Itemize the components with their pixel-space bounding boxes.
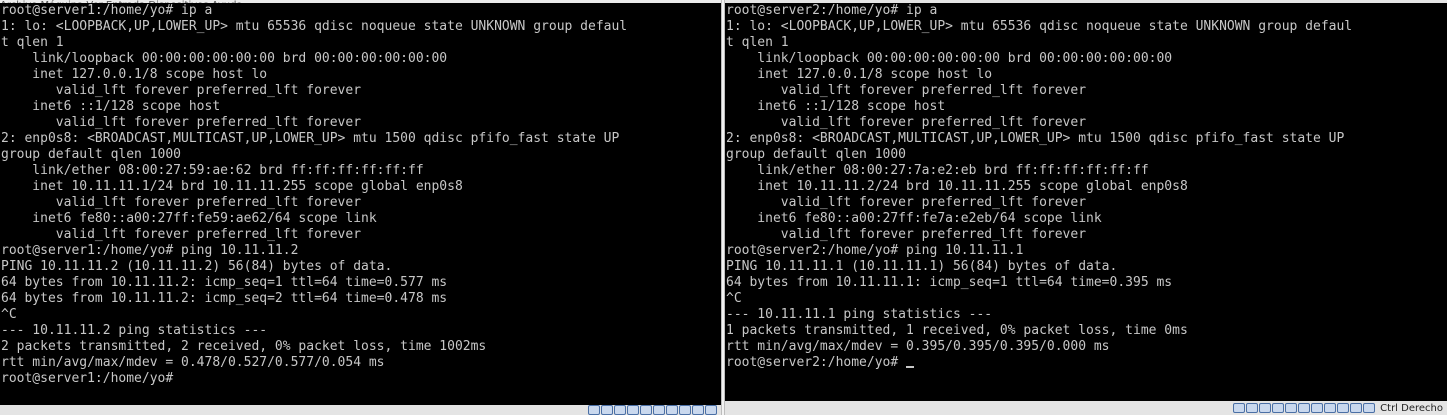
mouse-icon[interactable] [1337,403,1350,413]
terminal-prompt-line: root@server2:/home/yo# [726,355,1447,371]
host-key-label: Ctrl Derecho [1380,402,1443,414]
terminal-line: group default qlen 1000 [1,147,182,162]
display-icon[interactable] [653,405,665,415]
usb-icon[interactable] [1259,403,1272,413]
vm-window-server2[interactable]: root@server2:/home/yo# ip a 1: lo: <LOOPB… [725,0,1447,415]
video-capture-icon[interactable] [666,405,678,415]
terminal-line: t qlen 1 [1,35,64,50]
terminal-line: valid_lft forever preferred_lft forever [1,115,362,130]
terminal-line: 64 bytes from 10.11.11.2: icmp_seq=1 ttl… [1,275,448,290]
terminal-line: inet 10.11.11.2/24 brd 10.11.11.255 scop… [726,179,1188,194]
usb-icon[interactable] [614,405,626,415]
terminal-line: link/loopback 00:00:00:00:00:00 brd 00:0… [1,51,448,66]
terminal-line: root@server1:/home/yo# ping 10.11.11.2 [1,243,299,258]
optical-icon[interactable] [1246,403,1259,413]
cpu-icon[interactable] [679,405,691,415]
optical-icon[interactable] [601,405,613,415]
keyboard-icon[interactable] [705,405,717,415]
terminal-line: inet6 ::1/128 scope host [726,99,946,114]
terminal-line: rtt min/avg/max/mdev = 0.478/0.527/0.577… [1,355,385,370]
terminal-line: root@server1:/home/yo# [1,371,174,386]
terminal-line: root@server1:/home/yo# ip a [1,3,213,18]
keyboard-icon[interactable] [1350,403,1363,413]
terminal-line: 2: enp0s8: <BROADCAST,MULTICAST,UP,LOWER… [1,131,620,146]
hdd-icon[interactable] [1233,403,1246,413]
terminal-line: inet 10.11.11.1/24 brd 10.11.11.255 scop… [1,179,463,194]
terminal-line: inet6 fe80::a00:27ff:fe7a:e2eb/64 scope … [726,211,1102,226]
terminal-line: link/loopback 00:00:00:00:00:00 brd 00:0… [726,51,1173,66]
terminal-line: 64 bytes from 10.11.11.1: icmp_seq=1 ttl… [726,275,1173,290]
terminal-line: valid_lft forever preferred_lft forever [726,195,1087,210]
terminal-line: valid_lft forever preferred_lft forever [726,227,1087,242]
terminal-line: link/ether 08:00:27:7a:e2:eb brd ff:ff:f… [726,163,1149,178]
terminal-screen-server1[interactable]: root@server1:/home/yo# ip a 1: lo: <LOOPB… [0,3,721,405]
display-icon[interactable] [1298,403,1311,413]
terminal-line: --- 10.11.11.2 ping statistics --- [1,323,268,338]
terminal-line: inet 127.0.0.1/8 scope host lo [1,67,268,82]
video-capture-icon[interactable] [1311,403,1324,413]
terminal-line: valid_lft forever preferred_lft forever [1,195,362,210]
terminal-line: valid_lft forever preferred_lft forever [1,83,362,98]
terminal-line: inet6 ::1/128 scope host [1,99,221,114]
terminal-cursor [906,366,915,368]
terminal-line: ^C [1,307,17,322]
terminal-line: 1 packets transmitted, 1 received, 0% pa… [726,323,1188,338]
vm-window-server1[interactable]: Archivo Máquina Ver Entrada Dispositivos… [0,0,721,415]
hdd-icon[interactable] [588,405,600,415]
terminal-line: PING 10.11.11.2 (10.11.11.2) 56(84) byte… [1,259,393,274]
terminal-line: valid_lft forever preferred_lft forever [726,115,1087,130]
terminal-line: 1: lo: <LOOPBACK,UP,LOWER_UP> mtu 65536 … [1,19,628,34]
terminal-line: PING 10.11.11.1 (10.11.11.1) 56(84) byte… [726,259,1118,274]
terminal-screen-server2[interactable]: root@server2:/home/yo# ip a 1: lo: <LOOPB… [725,3,1447,401]
shared-folder-icon[interactable] [627,405,639,415]
terminal-line: inet 127.0.0.1/8 scope host lo [726,67,993,82]
vm-status-bar [588,405,721,415]
terminal-line: 2 packets transmitted, 2 received, 0% pa… [1,339,487,354]
terminal-line: group default qlen 1000 [726,147,907,162]
terminal-line: valid_lft forever preferred_lft forever [1,227,362,242]
terminal-line: root@server2:/home/yo# ip a [726,3,938,18]
terminal-line: --- 10.11.11.1 ping statistics --- [726,307,993,322]
terminal-line: ^C [726,291,742,306]
terminal-line: 64 bytes from 10.11.11.2: icmp_seq=2 ttl… [1,291,448,306]
terminal-line: root@server2:/home/yo# ping 10.11.11.1 [726,243,1024,258]
vm-status-bar: Ctrl Derecho [1233,401,1447,415]
audio-icon[interactable] [1363,403,1376,413]
terminal-line: valid_lft forever preferred_lft forever [726,83,1087,98]
shared-folder-icon[interactable] [1272,403,1285,413]
terminal-line: 2: enp0s8: <BROADCAST,MULTICAST,UP,LOWER… [726,131,1345,146]
terminal-line: inet6 fe80::a00:27ff:fe59:ae62/64 scope … [1,211,377,226]
terminal-line: rtt min/avg/max/mdev = 0.395/0.395/0.395… [726,339,1110,354]
terminal-line: link/ether 08:00:27:59:ae:62 brd ff:ff:f… [1,163,424,178]
mouse-icon[interactable] [692,405,704,415]
network-icon[interactable] [1285,403,1298,413]
terminal-line: 1: lo: <LOOPBACK,UP,LOWER_UP> mtu 65536 … [726,19,1353,34]
terminal-line: t qlen 1 [726,35,789,50]
cpu-icon[interactable] [1324,403,1337,413]
network-icon[interactable] [640,405,652,415]
